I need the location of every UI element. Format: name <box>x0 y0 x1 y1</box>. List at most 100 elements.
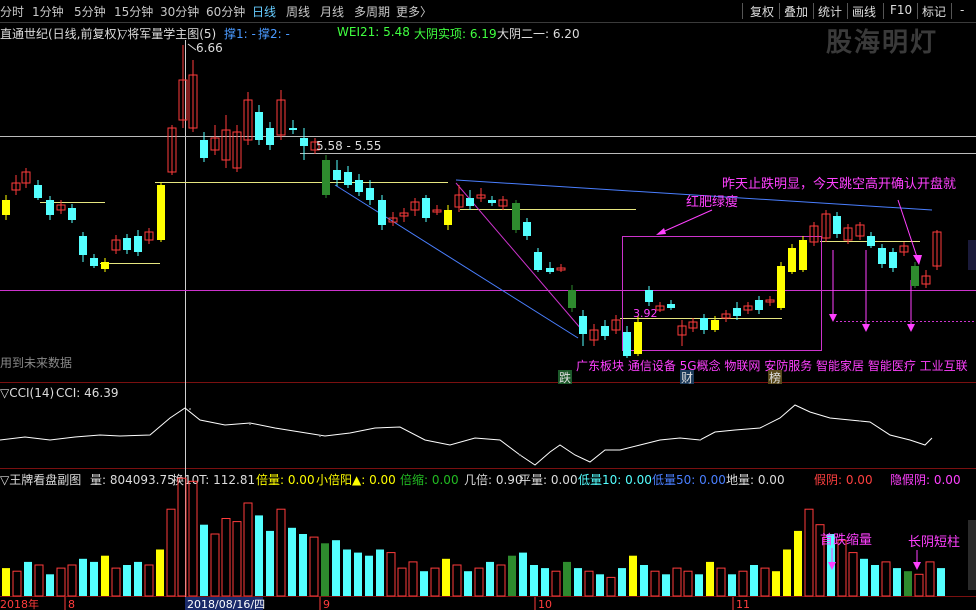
volume-bar <box>893 568 901 596</box>
volume-bar <box>12 570 22 597</box>
volume-bar <box>551 570 561 597</box>
vol-arrow-head <box>913 562 921 570</box>
candle-body <box>911 266 919 286</box>
volume-bar <box>486 561 494 596</box>
volume-bar <box>629 555 637 596</box>
volume-bar <box>24 561 32 596</box>
volume-bar <box>574 568 582 596</box>
volume-bar <box>496 564 506 597</box>
candle-body <box>667 304 675 308</box>
candle-body <box>799 240 807 270</box>
candle-body <box>366 188 374 200</box>
volume-bar <box>904 571 912 596</box>
candle-body <box>123 238 131 250</box>
volume-bar <box>221 518 231 597</box>
volume-bar <box>156 549 164 596</box>
cci-line <box>0 404 933 466</box>
volume-bar <box>783 549 791 596</box>
volume-bar <box>804 508 814 597</box>
volume-bar <box>584 570 594 597</box>
volume-bar <box>925 561 935 597</box>
kline-chart[interactable]: 6.66 5.58 - 5.55 3.92 用到未来数据 昨天止跌明显，今天跳空… <box>0 0 976 610</box>
date-label-nov: 11 <box>736 598 750 610</box>
volume-bars-group <box>2 477 945 597</box>
volume-bar <box>716 567 726 597</box>
candle-body <box>623 332 631 356</box>
cci-dots <box>189 408 861 456</box>
candle-body <box>523 222 531 236</box>
volume-bar <box>276 508 286 597</box>
candle-body <box>568 290 576 308</box>
volume-bar <box>90 561 98 596</box>
volume-bar <box>640 565 648 596</box>
volume-bar <box>508 555 516 596</box>
volume-bar <box>408 561 418 597</box>
volume-bar <box>177 477 187 597</box>
high-price-label: 6.66 <box>196 41 223 55</box>
vol-annotation-shoudie: 首跌缩量 <box>820 532 872 548</box>
candle-body <box>645 290 653 302</box>
annotation-red-fat: 红肥绿瘦 <box>686 194 738 210</box>
candle-body <box>488 200 496 203</box>
volume-bar <box>596 574 604 596</box>
candle-body <box>68 208 76 220</box>
future-data-warning: 用到未来数据 <box>0 355 72 370</box>
volume-bar <box>452 564 462 597</box>
annotation-gap-up: 昨天止跌明显，今天跳空高开确认开盘就 <box>722 176 956 192</box>
volume-bar <box>386 552 396 597</box>
date-label-aug: 8 <box>68 598 75 610</box>
candle-body <box>79 236 87 255</box>
volume-bar <box>232 521 242 597</box>
candle-body <box>755 300 763 310</box>
volume-bar <box>442 558 450 596</box>
volume-bar <box>210 533 220 597</box>
candle-body <box>255 112 263 140</box>
candle-body <box>889 252 897 268</box>
down-arrow-head <box>862 324 870 332</box>
volume-bar <box>354 552 362 596</box>
volume-bar <box>650 570 660 597</box>
arrow-line <box>657 209 713 235</box>
candle-body <box>711 320 719 330</box>
low-price-label: 3.92 <box>633 307 658 320</box>
volume-bar <box>56 567 66 597</box>
volume-bar <box>474 567 484 597</box>
volume-bar <box>46 574 54 596</box>
candle-body <box>34 185 42 198</box>
volume-bar <box>464 571 472 596</box>
volume-bar <box>706 561 714 596</box>
candle-body <box>101 262 109 269</box>
volume-bar <box>101 555 109 596</box>
candle-body <box>90 258 98 266</box>
volume-bar <box>200 524 208 596</box>
tag-cai: 财 <box>681 371 693 385</box>
volume-bar <box>914 573 924 597</box>
volume-bar <box>188 480 198 597</box>
down-arrow-head <box>907 324 915 332</box>
vol-annotation-changyin: 长阴短柱 <box>908 535 960 550</box>
candle-body <box>134 236 142 252</box>
candle-body <box>444 210 452 225</box>
volume-bar <box>606 576 616 597</box>
candle-body <box>546 268 554 272</box>
volume-bar <box>794 530 802 596</box>
candle-body <box>466 198 474 206</box>
volume-bar <box>541 568 549 596</box>
volume-bar <box>760 567 770 597</box>
volume-bar <box>837 539 847 597</box>
volume-bar <box>662 574 670 596</box>
volume-bar <box>728 574 736 596</box>
volume-bar <box>683 570 693 597</box>
candle-body <box>300 138 308 146</box>
volume-bar <box>134 561 142 596</box>
range-label: 5.58 - 5.55 <box>316 139 381 153</box>
date-label-cursor: 2018/08/16/四 <box>187 598 265 610</box>
volume-bar <box>144 564 154 597</box>
high-pointer <box>187 43 197 51</box>
volume-bar <box>309 536 319 597</box>
candle-body <box>2 200 10 215</box>
volume-bar <box>563 561 571 596</box>
candle-body <box>200 140 208 158</box>
volume-bar <box>123 565 131 596</box>
volume-bar <box>871 565 879 596</box>
